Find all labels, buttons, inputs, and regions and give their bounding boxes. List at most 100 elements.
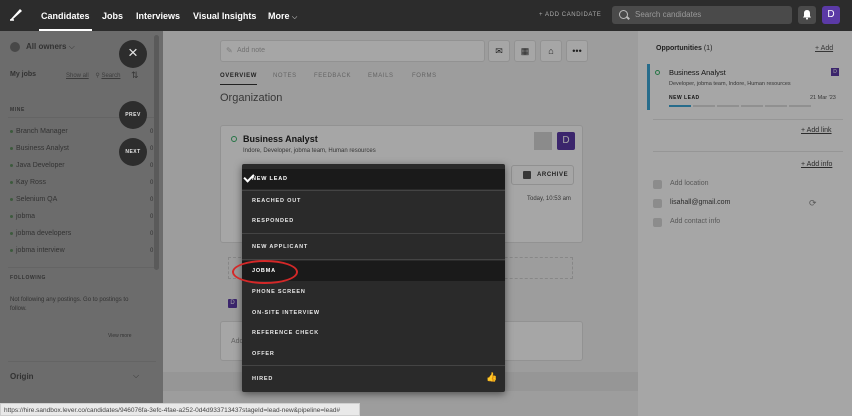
sidebar-job-item[interactable]: Java Developer — [10, 162, 65, 169]
feedback-button[interactable]: ⌂ — [540, 40, 562, 62]
timestamp: Today, 10:53 am — [527, 196, 571, 202]
add-link-button[interactable]: + Add link — [801, 127, 832, 134]
divider — [653, 119, 843, 120]
opportunity-item[interactable]: Business Analyst Developer, jobma team, … — [647, 64, 841, 110]
refresh-icon[interactable]: ⟳ — [809, 198, 817, 209]
search-input[interactable]: Search candidates — [612, 6, 792, 24]
close-icon: × — [128, 43, 138, 62]
view-more-link[interactable]: View more — [108, 333, 132, 339]
stage-option-new-lead[interactable]: NEW LEAD — [242, 169, 505, 189]
nav-more[interactable]: More ⌵ — [268, 11, 297, 22]
stage-progress-step — [669, 105, 691, 107]
stage-option-reference-check[interactable]: REFERENCE CHECK — [242, 323, 505, 343]
show-all-link[interactable]: Show all — [66, 73, 89, 79]
job-count: 0 — [150, 248, 154, 254]
opportunities-count: (1) — [703, 45, 713, 52]
tab-forms[interactable]: FORMS — [412, 73, 437, 79]
user-avatar[interactable]: D — [822, 6, 840, 24]
sidebar-job-item[interactable]: Kay Ross — [10, 179, 46, 186]
chevron-down-icon: ⌵ — [68, 42, 75, 52]
add-note-input[interactable]: Add note — [220, 40, 485, 62]
envelope-icon: ✉ — [495, 46, 503, 56]
close-button[interactable]: × — [119, 40, 147, 68]
add-contact-info-link[interactable]: Add contact info — [670, 218, 720, 225]
following-note: Not following any postings. Go to postin… — [10, 297, 129, 312]
add-opportunity-link[interactable]: + Add — [815, 45, 833, 52]
divider — [8, 267, 156, 268]
opportunities-heading: Opportunities (1) — [656, 45, 712, 52]
sort-icon[interactable]: ⇅ — [131, 70, 139, 81]
opportunities-title: Opportunities — [656, 45, 702, 52]
sidebar: All owners ⌵ My jobs Show all ⚲ Search ⇅… — [0, 31, 163, 416]
stage-option-hired[interactable]: HIRED — [242, 369, 505, 389]
email-button[interactable]: ✉ — [488, 40, 510, 62]
stage-progress-step — [741, 105, 763, 107]
thumbnail-image — [534, 132, 552, 150]
tab-overview[interactable]: OVERVIEW — [220, 73, 258, 85]
sidebar-job-item[interactable]: jobma — [10, 213, 35, 220]
owner-filter[interactable]: All owners ⌵ — [10, 42, 75, 52]
sidebar-job-item[interactable]: Business Analyst — [10, 145, 69, 152]
stage-option-responded[interactable]: RESPONDED — [242, 211, 505, 231]
sidebar-search-link[interactable]: Search — [101, 73, 120, 79]
mine-label: MINE — [10, 107, 25, 113]
schedule-button[interactable]: ▦ — [514, 40, 536, 62]
opportunity-tags: Indore, Developer, jobma team, Human res… — [243, 148, 376, 154]
stage-option-new-applicant[interactable]: NEW APPLICANT — [242, 237, 505, 257]
notifications-button[interactable] — [798, 6, 816, 24]
origin-filter[interactable]: Origin — [10, 372, 34, 381]
bell-icon — [803, 10, 811, 20]
sidebar-job-item[interactable]: Branch Manager — [10, 128, 68, 135]
browser-status-url: https://hire.sandbox.lever.co/candidates… — [0, 403, 360, 416]
sidebar-job-item[interactable]: jobma developers — [10, 230, 71, 237]
chevron-down-icon[interactable]: ⌵ — [133, 371, 139, 381]
phone-icon — [653, 218, 662, 227]
sidebar-scrollbar[interactable] — [154, 35, 159, 270]
add-candidate-button[interactable]: + ADD CANDIDATE — [539, 12, 601, 18]
section-title: Organization — [220, 92, 283, 104]
chevron-down-icon: ⌵ — [292, 14, 298, 21]
prev-button[interactable]: PREV — [119, 101, 147, 129]
right-panel: Opportunities (1) + Add Business Analyst… — [638, 31, 852, 416]
opportunity-date: 21 Mar '23 — [810, 95, 836, 101]
search-icon — [619, 10, 628, 19]
archive-button[interactable]: ARCHIVE — [511, 165, 574, 185]
job-count: 0 — [150, 180, 154, 186]
job-count: 0 — [150, 214, 154, 220]
my-jobs-heading: My jobs — [10, 71, 37, 78]
stage-option-phone-screen[interactable]: PHONE SCREEN — [242, 282, 505, 302]
sidebar-links: Show all ⚲ Search — [66, 72, 120, 79]
location-icon — [653, 180, 662, 189]
stage-progress-step — [693, 105, 715, 107]
next-button[interactable]: NEXT — [119, 138, 147, 166]
tab-emails[interactable]: EMAILS — [368, 73, 394, 79]
divider — [653, 151, 843, 152]
more-icon: ••• — [572, 46, 582, 56]
tab-feedback[interactable]: FEEDBACK — [314, 73, 351, 79]
nav-more-label: More — [268, 11, 290, 21]
add-info-button[interactable]: + Add info — [801, 161, 832, 168]
sidebar-job-item[interactable]: jobma interview — [10, 247, 65, 254]
nav-candidates[interactable]: Candidates — [39, 11, 92, 31]
email-value[interactable]: lisahall@gmail.com — [670, 199, 730, 206]
owner-avatar[interactable]: D — [557, 132, 575, 150]
nav-jobs[interactable]: Jobs — [102, 11, 123, 21]
nav-visual-insights[interactable]: Visual Insights — [193, 11, 256, 21]
stage-progress-step — [765, 105, 787, 107]
email-icon — [653, 199, 662, 208]
job-count: 0 — [150, 146, 154, 152]
stage-option-on-site-interview[interactable]: ON-SITE INTERVIEW — [242, 303, 505, 323]
owner-filter-label: All owners — [26, 42, 67, 52]
tab-notes[interactable]: NOTES — [273, 73, 297, 79]
job-count: 0 — [150, 163, 154, 169]
stage-option-offer[interactable]: OFFER — [242, 344, 505, 364]
lever-logo-icon[interactable] — [9, 7, 23, 21]
nav-interviews[interactable]: Interviews — [136, 11, 180, 21]
stage-label: NEW LEAD — [669, 95, 700, 101]
sidebar-job-item[interactable]: Selenium QA — [10, 196, 57, 203]
search-placeholder: Search candidates — [635, 10, 702, 19]
more-actions-button[interactable]: ••• — [566, 40, 588, 62]
add-location-link[interactable]: Add location — [670, 180, 709, 187]
stage-option-reached-out[interactable]: REACHED OUT — [242, 191, 505, 211]
opportunity-title[interactable]: Business Analyst — [243, 134, 318, 144]
